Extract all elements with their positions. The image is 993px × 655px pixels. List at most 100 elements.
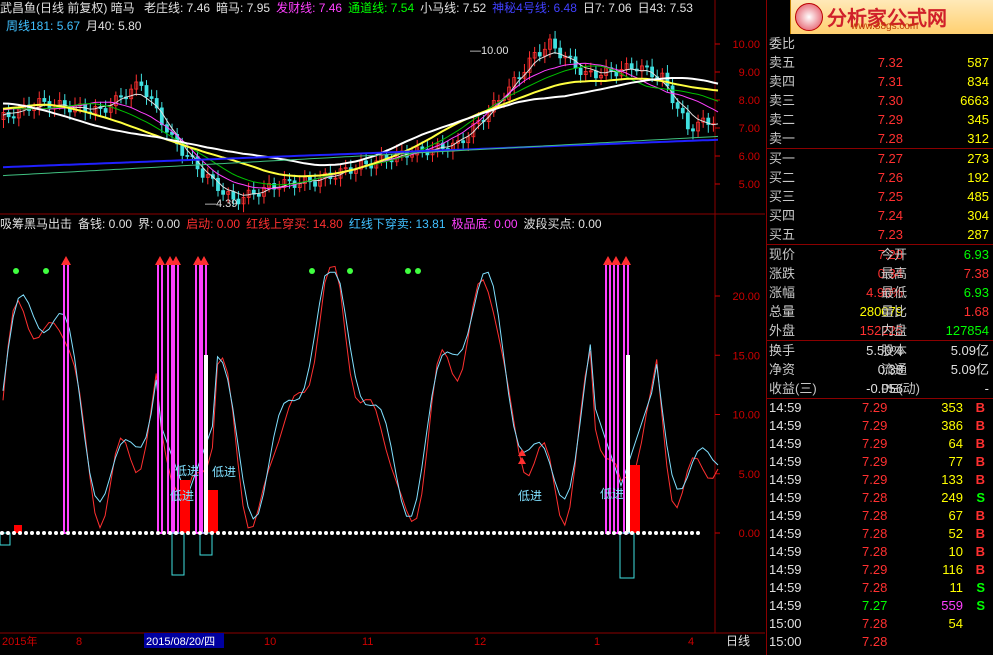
price-axis-label: 7.00 [739, 123, 760, 135]
quote-label: 最高 [881, 266, 908, 281]
fundamentals: 换手 5.50% 股本 5.09亿 净资 0.38 流通 5.09亿 收益(三) -… [767, 340, 993, 398]
tick-volume: 52 [948, 526, 963, 541]
order-row[interactable]: 买五 7.23 287 [767, 225, 993, 244]
red-triangle [518, 457, 526, 464]
indicator-label: 界: 0.00 [138, 217, 181, 231]
fund-value: 5.09亿 [950, 343, 989, 358]
low-entry-label: 低进 [175, 464, 199, 478]
up-arrow-icon [155, 256, 165, 265]
tick-time: 14:59 [769, 454, 802, 469]
indicator-axis-label: 20.00 [732, 291, 760, 303]
zero-dot [384, 531, 388, 535]
candle-body [119, 95, 123, 98]
fund-label: 净资 [769, 362, 796, 377]
zero-dot [6, 531, 10, 535]
ma-label: 周线181: 5.67 [6, 19, 81, 33]
logo-url: www.88gs.com [851, 21, 919, 32]
order-row[interactable]: 买一 7.27 273 [767, 149, 993, 168]
zero-dot [318, 531, 322, 535]
order-volume: 345 [967, 112, 989, 127]
zero-dot [234, 531, 238, 535]
tick-price: 7.29 [862, 454, 888, 469]
zero-dot [168, 531, 172, 535]
tick-price: 7.29 [862, 400, 888, 415]
ma-label: 神秘4号线: 6.48 [492, 1, 577, 15]
zero-dot [264, 531, 268, 535]
tick-volume: 77 [948, 454, 963, 469]
zero-dot [138, 531, 142, 535]
order-label: 买五 [769, 227, 796, 242]
tick-direction: B [975, 400, 985, 415]
candle-body [594, 70, 598, 79]
zero-dot [24, 531, 28, 535]
zero-dot [144, 531, 148, 535]
price-axis-label: 6.00 [739, 151, 760, 163]
zero-dot [192, 531, 196, 535]
ma-label: 月40: 5.80 [86, 19, 142, 33]
up-arrow-icon [61, 256, 71, 265]
price-axis-label: 8.00 [739, 95, 760, 107]
tick-row: 15:00 7.28 [767, 633, 993, 651]
quote-row: 外盘 152225 内盘 127854 [767, 321, 993, 340]
candle-body [665, 72, 670, 87]
order-row[interactable]: 买三 7.25 485 [767, 187, 993, 206]
ma-label: 发财线: 7.46 [276, 1, 343, 15]
chart-area[interactable]: 10.00 9.00 8.00 7.00 6.00 5.00 20.00 15.00 10.00… [0, 0, 765, 655]
order-label: 卖三 [769, 93, 796, 108]
tick-direction: B [975, 472, 985, 487]
price-axis-label: 10.00 [732, 39, 760, 51]
tick-time: 14:59 [769, 400, 802, 415]
ma-label: 日7: 7.06 [582, 1, 632, 15]
order-price: 7.28 [877, 131, 903, 146]
quote-value: 127854 [945, 323, 989, 338]
order-row[interactable]: 卖一 7.28 312 [767, 129, 993, 148]
zero-dot [570, 531, 574, 535]
tick-row: 14:59 7.29 116 B [767, 561, 993, 579]
ma-label: 小马线: 7.52 [420, 1, 487, 15]
zero-dot [696, 531, 700, 535]
zero-dot [534, 531, 538, 535]
quote-label: 最低 [881, 285, 908, 300]
zero-dot [42, 531, 46, 535]
zero-dot [648, 531, 652, 535]
order-row[interactable]: 卖四 7.31 834 [767, 72, 993, 91]
indicator-axis-label: 15.00 [732, 350, 760, 362]
tick-direction: S [976, 490, 985, 505]
tick-row: 14:59 7.29 133 B [767, 471, 993, 489]
fund-label: 收益(三) [769, 381, 817, 396]
time-label: 8 [76, 636, 82, 648]
quote-value: 7.38 [963, 266, 989, 281]
zero-dot [288, 531, 292, 535]
red-block [208, 490, 218, 533]
order-volume: 485 [967, 189, 989, 204]
zero-dot [528, 531, 532, 535]
cyan-step [199, 532, 213, 556]
zero-dot [642, 531, 646, 535]
candle-body [256, 193, 261, 197]
order-price: 7.24 [877, 208, 903, 223]
chart-canvas[interactable]: 10.009.008.007.006.005.0020.0015.0010.00… [0, 0, 765, 655]
tick-direction: B [975, 544, 985, 559]
zero-dot [618, 531, 622, 535]
zero-dot [672, 531, 676, 535]
order-volume: 312 [967, 131, 989, 146]
tick-row: 14:59 7.29 64 B [767, 435, 993, 453]
zero-dot [132, 531, 136, 535]
zero-dot [660, 531, 664, 535]
zero-dot [426, 531, 430, 535]
candle-body [573, 56, 578, 69]
tick-price: 7.28 [862, 580, 888, 595]
zero-dot [324, 531, 328, 535]
candle-body [287, 179, 292, 182]
order-row[interactable]: 买四 7.24 304 [767, 206, 993, 225]
order-row[interactable]: 卖五 7.32 587 [767, 53, 993, 72]
zero-dot [594, 531, 598, 535]
order-row[interactable]: 卖三 7.30 6663 [767, 91, 993, 110]
zero-dot [150, 531, 154, 535]
tick-list[interactable]: 14:59 7.29 353 B 14:59 7.29 386 B 14:59 7.… [767, 398, 993, 651]
candle-body [185, 155, 190, 157]
zero-dot [0, 531, 4, 535]
order-row[interactable]: 买二 7.26 192 [767, 168, 993, 187]
order-row[interactable]: 卖二 7.29 345 [767, 110, 993, 129]
cyan-step [619, 532, 635, 579]
